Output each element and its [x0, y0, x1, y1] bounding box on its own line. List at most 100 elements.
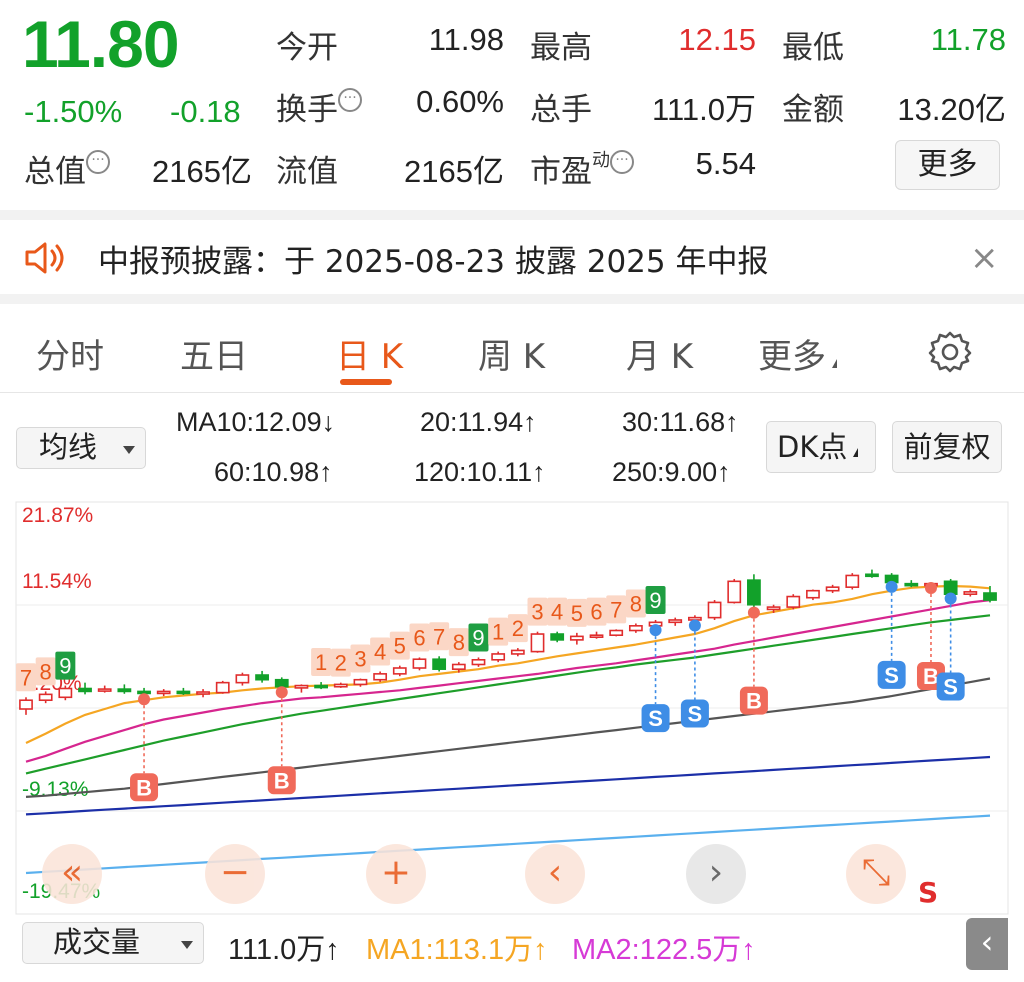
ma30-value: 30:11.68↑	[622, 407, 739, 437]
more-button[interactable]: 更多	[895, 140, 1000, 190]
signal-dot	[924, 582, 937, 594]
quote-header: 11.80 -1.50% -0.18 今开 11.98 最高 12.15 最低 …	[0, 0, 1024, 210]
market-cap-label-text: 总值	[24, 154, 86, 190]
candle-body	[904, 582, 919, 587]
tab-weekly-k[interactable]: 周 K	[478, 329, 545, 378]
volume-value: 111.0万	[652, 92, 756, 127]
candle-body	[235, 674, 250, 684]
candle-body	[471, 659, 486, 666]
pe-label[interactable]: 市盈动 ···	[530, 146, 634, 191]
td-count-number: 1	[492, 620, 504, 645]
info-icon[interactable]: ···	[338, 88, 362, 112]
candle-body	[806, 589, 820, 599]
td-count-number: 8	[40, 659, 52, 684]
market-cap-label[interactable]: 总值 ···	[24, 146, 110, 191]
dk-point-button[interactable]: DK点	[766, 421, 876, 473]
ma250-value: 250:9.00↑	[612, 457, 731, 487]
divider	[0, 294, 1024, 304]
candle-body	[451, 663, 466, 670]
tab-five-day[interactable]: 五日	[180, 329, 248, 378]
turnover-value: 0.60%	[416, 84, 504, 119]
ma-line-ma10	[25, 584, 991, 744]
chevron-down-icon	[123, 446, 135, 454]
change-percent: -1.50%	[24, 94, 123, 129]
td-count-number: 1	[315, 650, 327, 675]
candle-body	[609, 629, 624, 636]
ma-line-ma250	[25, 814, 991, 875]
candle-body	[412, 658, 427, 669]
forward-adjust-button[interactable]: 前复权	[892, 421, 1002, 473]
volume-legend: 成交量 111.0万↑ MA1:113.1万↑ MA2:122.5万↑ ‹	[0, 918, 1024, 982]
tab-monthly-k[interactable]: 月 K	[626, 329, 693, 378]
buy-signal-label: B	[136, 775, 152, 800]
signal-dot	[885, 580, 898, 593]
speaker-icon	[25, 242, 64, 274]
kline-chart[interactable]: 21.87%11.54%1.20%-9.13%-19.47%7891234567…	[0, 500, 1024, 918]
signal-dot	[688, 619, 701, 632]
divider	[0, 210, 1024, 220]
indicator-select-label: 均线	[39, 430, 98, 464]
side-panel-toggle[interactable]: ‹	[966, 918, 1008, 970]
candle-body	[845, 574, 860, 588]
candle-body	[215, 681, 230, 694]
candle-body	[353, 678, 368, 686]
zoom-out-button[interactable]: −	[205, 844, 265, 904]
zoom-in-button[interactable]: +	[366, 844, 426, 904]
move-right-button[interactable]: ›	[686, 844, 746, 904]
candle-body	[766, 606, 781, 611]
gear-icon[interactable]	[928, 329, 972, 373]
volume-select-label: 成交量	[53, 925, 141, 959]
signal-dot	[747, 606, 760, 619]
td-count-number: 8	[630, 591, 642, 616]
volume-label: 总手	[530, 92, 592, 128]
notice-bar[interactable]: 中报预披露：于 2025-08-23 披露 2025 年中报 ×	[0, 220, 1024, 294]
candle-body	[510, 649, 525, 655]
active-tab-indicator	[340, 379, 392, 385]
candle-body	[530, 633, 545, 653]
turnover-label-text: 换手	[276, 92, 338, 128]
indicator-select[interactable]: 均线	[16, 427, 146, 469]
candle-body	[392, 667, 407, 675]
tab-more[interactable]: 更多	[758, 329, 837, 378]
candle-body	[156, 690, 171, 695]
zoom-out-far-button[interactable]: «	[42, 844, 102, 904]
candle-body	[78, 687, 92, 693]
ma10-value: MA10:12.09↓	[176, 407, 336, 437]
ma-line-ma120	[25, 755, 991, 816]
tab-daily-k[interactable]: 日 K	[336, 329, 403, 378]
ma120-value: 120:10.11↑	[414, 457, 546, 487]
buy-signal-label: B	[923, 664, 939, 689]
amount-label: 金额	[782, 92, 844, 128]
y-axis-label: 11.54%	[22, 570, 92, 593]
candle-body	[333, 683, 348, 688]
volume-indicator-select[interactable]: 成交量	[22, 922, 204, 964]
candle-body	[786, 595, 801, 608]
candle-body	[668, 619, 683, 624]
candle-body	[137, 690, 151, 695]
candle-body	[274, 678, 289, 688]
candle-body	[97, 688, 112, 692]
dk-point-label: DK点	[777, 430, 848, 464]
signal-dot	[138, 693, 151, 706]
notice-text[interactable]: 中报预披露：于 2025-08-23 披露 2025 年中报	[98, 236, 768, 281]
tab-intraday[interactable]: 分时	[36, 329, 104, 378]
last-price: 11.80	[22, 7, 180, 81]
turnover-label[interactable]: 换手 ···	[276, 84, 362, 129]
dropdown-triangle-icon	[832, 359, 837, 368]
td-count-number: 5	[571, 601, 583, 626]
info-icon[interactable]: ···	[610, 150, 634, 174]
close-icon[interactable]: ×	[970, 238, 999, 278]
move-left-button[interactable]: ‹	[525, 844, 585, 904]
td-count-number: 2	[512, 616, 524, 641]
td-count-number: 6	[590, 600, 602, 625]
fullscreen-button[interactable]: ⤡	[846, 844, 906, 904]
sell-signal-label: S	[648, 706, 663, 731]
signal-dot	[275, 686, 288, 699]
candle-body	[825, 586, 840, 592]
info-icon[interactable]: ···	[86, 150, 110, 174]
td-count-number: 7	[610, 597, 622, 622]
open-label: 今开	[276, 30, 338, 66]
td-count-number: 5	[394, 634, 406, 659]
candle-body	[314, 684, 329, 689]
sell-signal-label: S	[884, 663, 899, 688]
